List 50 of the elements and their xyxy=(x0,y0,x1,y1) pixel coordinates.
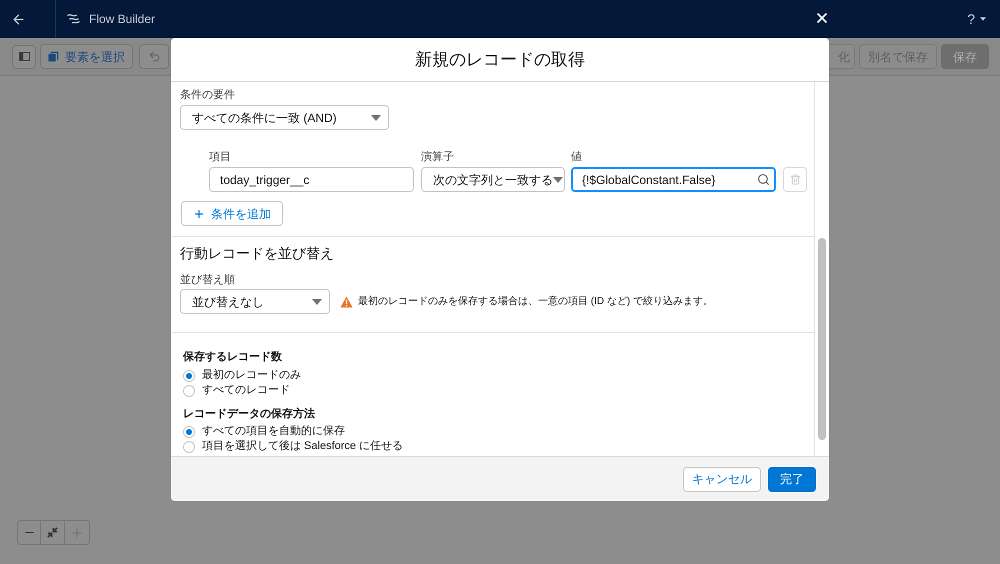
field-label: 条件の要件 xyxy=(180,88,236,102)
undo-button[interactable] xyxy=(139,44,169,69)
flow-icon xyxy=(67,13,80,25)
column-label: 項目 xyxy=(209,150,232,164)
app-title: Flow Builder xyxy=(89,11,156,28)
modal-title: 新規のレコードの取得 xyxy=(415,48,585,71)
warning-text: 最初のレコードのみを保存する場合は、一意の項目 (ID など) で絞り込みます。 xyxy=(358,294,713,309)
caret-down-icon xyxy=(980,17,986,21)
column-label: 演算子 xyxy=(421,150,455,164)
scrollbar-thumb[interactable] xyxy=(818,238,826,440)
done-button[interactable]: 完了 xyxy=(768,466,816,492)
help-menu-button[interactable]: ? xyxy=(967,8,986,30)
radio-label: すべての項目を自動的に保存 xyxy=(202,424,345,439)
value-input[interactable]: {!$GlobalConstant.False} xyxy=(571,167,776,192)
warning-icon xyxy=(340,296,353,308)
section-heading: 行動レコードを並び替え xyxy=(180,244,335,263)
diagonal-arrows-icon xyxy=(47,527,58,538)
radio-button[interactable] xyxy=(183,370,195,382)
trash-icon xyxy=(790,174,800,185)
plus-icon xyxy=(70,526,84,540)
field-input[interactable]: today_trigger__c xyxy=(209,167,414,192)
operator-select[interactable]: 次の文字列と一致する xyxy=(421,167,565,192)
field-label: 保存するレコード数 xyxy=(183,350,283,364)
zoom-control-button[interactable] xyxy=(41,520,65,545)
close-button[interactable] xyxy=(814,10,830,26)
cancel-button[interactable]: キャンセル xyxy=(683,466,761,492)
search-icon xyxy=(757,173,770,186)
field-label: レコードデータの保存方法 xyxy=(183,407,316,421)
caret-down-icon xyxy=(371,114,381,120)
column-label: 値 xyxy=(571,150,583,164)
add-condition-button[interactable]: 条件を追加 xyxy=(181,201,283,226)
plus-icon xyxy=(193,208,205,220)
toolbar-button[interactable]: 保存 xyxy=(941,44,989,69)
undo-icon xyxy=(148,50,160,63)
radio-label: 最初のレコードのみ xyxy=(202,368,301,383)
panel-toggle-button[interactable] xyxy=(12,44,36,68)
caret-down-icon xyxy=(553,176,563,182)
radio-label: すべてのレコード xyxy=(202,383,290,398)
radio-button[interactable] xyxy=(183,440,195,452)
select-elements-button[interactable]: 要素を選択 xyxy=(40,44,133,69)
field-label: 並び替え順 xyxy=(180,273,236,287)
radio-button[interactable] xyxy=(183,426,195,438)
caret-down-icon xyxy=(312,298,322,304)
stacked-squares-icon xyxy=(48,51,59,62)
sidebar-panel-icon xyxy=(18,52,30,61)
close-icon xyxy=(814,10,830,26)
radio-label: 項目を選択して後は Salesforce に任せる xyxy=(202,439,404,454)
sort-order-select[interactable]: 並び替えなし xyxy=(180,289,330,314)
radio-button[interactable] xyxy=(183,384,195,396)
condition-logic-select[interactable]: すべての条件に一致 (AND) xyxy=(180,105,389,130)
